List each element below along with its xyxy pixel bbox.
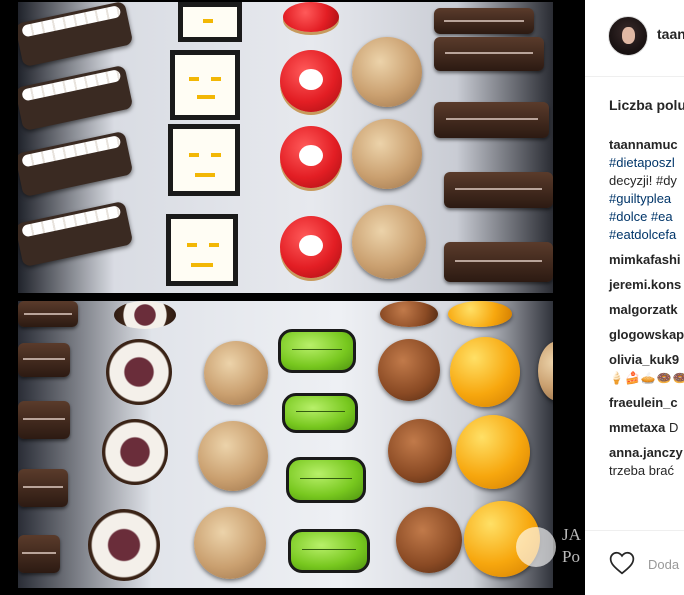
chocolate-bar-cake xyxy=(434,102,549,138)
plum-tart xyxy=(106,339,172,405)
hashtag-link[interactable]: #eatdolcefa xyxy=(609,226,684,244)
caption-text: decyzji! #dy xyxy=(609,173,677,188)
post-actions: Doda xyxy=(585,530,684,595)
comment-username[interactable]: mimkafashi xyxy=(609,252,681,267)
comments-list: taannamuc #dietaposzl decyzji! #dy #guil… xyxy=(609,136,684,480)
cube-cake xyxy=(170,50,240,120)
chocolate-bar-cake xyxy=(434,37,544,71)
green-pistachio-cake xyxy=(286,457,366,503)
comment-emoji: 🍦🍰🥧🍩🍩 xyxy=(609,371,684,385)
hashtag-link[interactable]: #guiltyplea xyxy=(609,190,684,208)
chocolate-bar-cake xyxy=(18,469,68,507)
comment-text: trzeba brać xyxy=(609,463,675,478)
chocolate-dome-cake xyxy=(378,339,440,401)
green-pistachio-cake xyxy=(288,529,370,573)
comment: mimkafashi xyxy=(609,251,684,269)
likes-count[interactable]: Liczba polu xyxy=(609,97,684,113)
chocolate-bar-cake xyxy=(18,301,78,327)
chocolate-dome-cake xyxy=(388,419,452,483)
post-image[interactable]: JA Po xyxy=(0,0,585,595)
comment-username[interactable]: taannamuc xyxy=(609,136,684,154)
comment-username[interactable]: mmetaxa xyxy=(609,420,665,435)
chocolate-bar-cake xyxy=(444,242,553,282)
hashtag-link[interactable]: #dolce #ea xyxy=(609,208,684,226)
choux-bun xyxy=(194,507,266,579)
comment: jeremi.kons xyxy=(609,276,684,294)
collage-top-photo xyxy=(18,2,553,293)
comment-text: D xyxy=(665,420,679,435)
cube-cake xyxy=(178,2,242,42)
avatar[interactable] xyxy=(608,16,648,56)
comment: mmetaxa D xyxy=(609,419,684,437)
eclair xyxy=(18,200,134,268)
chocolate-dome-cake xyxy=(380,301,438,327)
red-dome-cake xyxy=(280,126,342,188)
choux-bun xyxy=(352,37,422,107)
comment: anna.janczy trzeba brać xyxy=(609,444,684,480)
comment: malgorzatk xyxy=(609,301,684,319)
comment-username[interactable]: jeremi.kons xyxy=(609,277,681,292)
comment-username[interactable]: olivia_kuk9 xyxy=(609,352,679,367)
plum-tart xyxy=(88,509,160,581)
caption: taannamuc #dietaposzl decyzji! #dy #guil… xyxy=(609,136,684,244)
post-header: taan xyxy=(585,0,684,77)
watermark-logo: JA Po xyxy=(516,525,585,575)
comment-username[interactable]: malgorzatk xyxy=(609,302,678,317)
choux-bun xyxy=(204,341,268,405)
red-dome-cake xyxy=(283,2,339,32)
watermark-text: Po xyxy=(562,547,580,566)
cube-cake xyxy=(166,214,238,286)
watermark-icon xyxy=(516,527,556,567)
collage-bottom-photo xyxy=(18,301,553,588)
orange-dome-cake xyxy=(456,415,530,489)
green-pistachio-cake xyxy=(282,393,358,433)
cube-cake xyxy=(168,124,240,196)
add-comment-input[interactable]: Doda xyxy=(648,557,679,572)
choux-bun xyxy=(198,421,268,491)
chocolate-bar-cake xyxy=(18,343,70,377)
comment: fraeulein_c xyxy=(609,394,684,412)
eclair xyxy=(18,2,134,68)
orange-dome-cake xyxy=(448,301,512,327)
username-link[interactable]: taan xyxy=(657,26,684,42)
watermark-text: JA xyxy=(562,525,581,544)
eclair xyxy=(18,64,134,132)
comment-username[interactable]: glogowskap xyxy=(609,327,684,342)
choux-bun xyxy=(352,119,422,189)
eclair xyxy=(18,130,134,198)
chocolate-bar-cake xyxy=(434,8,534,34)
plum-tart xyxy=(102,419,168,485)
comment-username[interactable]: fraeulein_c xyxy=(609,395,678,410)
green-pistachio-cake xyxy=(278,329,356,373)
chocolate-dome-cake xyxy=(396,507,462,573)
comment-username[interactable]: anna.janczy xyxy=(609,444,684,462)
hashtag-link[interactable]: #dietaposzl xyxy=(609,154,684,172)
red-dome-cake xyxy=(280,50,342,112)
choux-bun xyxy=(352,205,426,279)
comment: olivia_kuk9 🍦🍰🥧🍩🍩 xyxy=(609,351,684,387)
orange-dome-cake xyxy=(450,337,520,407)
chocolate-bar-cake xyxy=(444,172,553,208)
comment: glogowskap xyxy=(609,326,684,344)
heart-icon[interactable] xyxy=(609,551,635,575)
choux-bun xyxy=(538,341,553,401)
plum-tart xyxy=(114,301,176,329)
chocolate-bar-cake xyxy=(18,401,70,439)
red-dome-cake xyxy=(280,216,342,278)
chocolate-bar-cake xyxy=(18,535,60,573)
post-sidebar: taan Liczba polu taannamuc #dietaposzl d… xyxy=(585,0,684,595)
